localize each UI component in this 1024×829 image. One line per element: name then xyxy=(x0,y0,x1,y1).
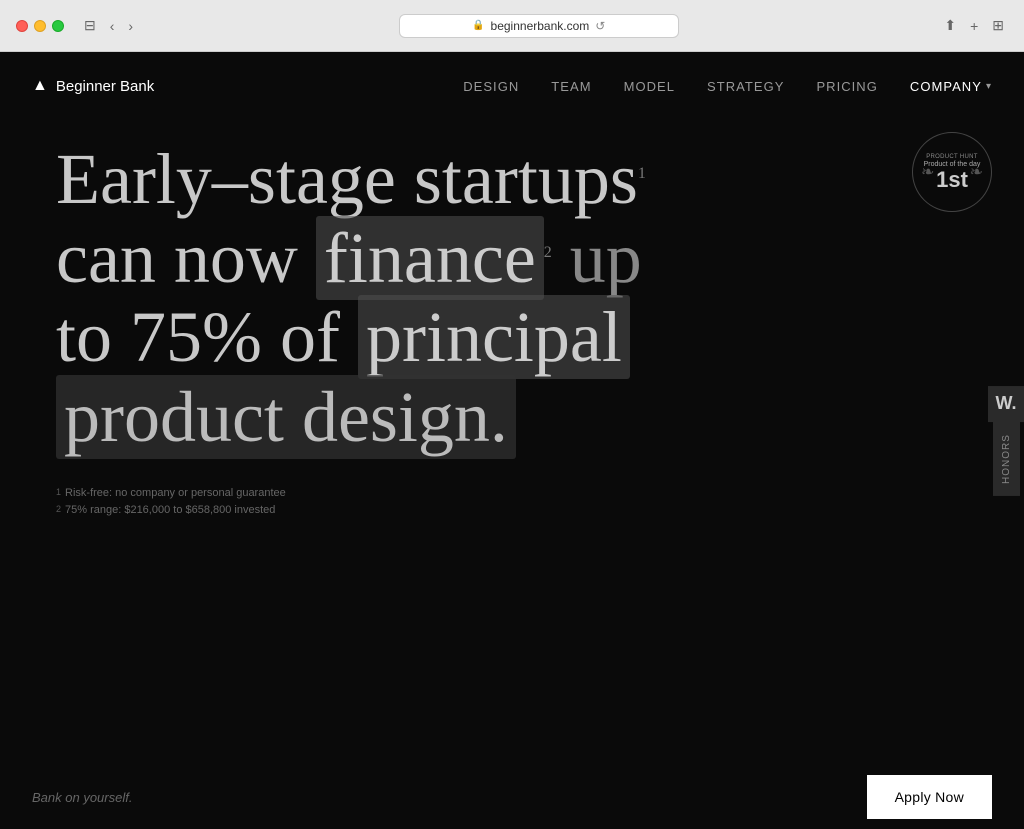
side-tab-honors-label: Honors xyxy=(993,422,1020,496)
nav-model[interactable]: MODEL xyxy=(624,79,675,94)
close-button[interactable] xyxy=(16,20,28,32)
hero-line4-product-design: product design. xyxy=(56,375,516,459)
hero-line2-can-now: can now xyxy=(56,218,316,298)
address-bar: 🔒 beginnerbank.com ↺ xyxy=(147,14,930,38)
side-tab-w-label: W. xyxy=(988,386,1024,422)
footnote-2-num: 2 xyxy=(56,502,61,520)
chevron-down-icon: ▾ xyxy=(986,81,992,92)
hero-line3-principal: principal xyxy=(358,295,630,379)
hero-line3-to: to 75% of xyxy=(56,297,358,377)
forward-button[interactable]: › xyxy=(124,16,137,36)
side-tab[interactable]: W. Honors xyxy=(988,386,1024,496)
footnotes: 1 Risk-free: no company or personal guar… xyxy=(56,485,968,520)
apply-now-button[interactable]: Apply Now xyxy=(867,775,992,819)
footnote-ref-1: 1 xyxy=(638,165,646,182)
refresh-icon[interactable]: ↺ xyxy=(595,19,605,33)
tab-overview-button[interactable]: ⊞ xyxy=(988,15,1008,36)
footnote-2-text: 75% range: $216,000 to $658,800 invested xyxy=(65,502,275,520)
nav-links: DESIGN TEAM MODEL STRATEGY PRICING COMPA… xyxy=(463,79,992,94)
logo[interactable]: ▲ Beginner Bank xyxy=(32,77,154,95)
footnote-1: 1 Risk-free: no company or personal guar… xyxy=(56,485,968,503)
nav-company[interactable]: COMPANY ▾ xyxy=(910,79,992,94)
logo-text: Beginner Bank xyxy=(56,78,154,95)
hero-line2-up: up xyxy=(552,218,642,298)
tagline: Bank on yourself. xyxy=(32,790,132,805)
new-tab-button[interactable]: + xyxy=(966,16,982,36)
bottom-bar: Bank on yourself. Apply Now xyxy=(0,765,1024,829)
hero-line-2: can now finance2 up xyxy=(56,219,968,298)
traffic-lights xyxy=(16,20,64,32)
url-bar[interactable]: 🔒 beginnerbank.com ↺ xyxy=(399,14,679,38)
nav-strategy[interactable]: STRATEGY xyxy=(707,79,784,94)
navigation: ▲ Beginner Bank DESIGN TEAM MODEL STRATE… xyxy=(0,52,1024,120)
browser-actions: ⬆ + ⊞ xyxy=(940,15,1008,36)
minimize-button[interactable] xyxy=(34,20,46,32)
footnote-1-text: Risk-free: no company or personal guaran… xyxy=(65,485,286,503)
nav-company-label: COMPANY xyxy=(910,79,982,94)
footnote-ref-2: 2 xyxy=(544,244,552,261)
nav-team[interactable]: TEAM xyxy=(551,79,591,94)
hero-heading: Early–stage startups1 can now finance2 u… xyxy=(56,140,968,457)
footnote-2: 2 75% range: $216,000 to $658,800 invest… xyxy=(56,502,968,520)
url-text: beginnerbank.com xyxy=(491,19,590,33)
hero-line-1: Early–stage startups1 xyxy=(56,140,968,219)
hero-line2-finance: finance xyxy=(316,216,544,300)
logo-icon: ▲ xyxy=(32,77,48,95)
browser-controls: ⊟ ‹ › xyxy=(80,15,137,36)
back-button[interactable]: ‹ xyxy=(106,16,119,36)
sidebar-toggle-button[interactable]: ⊟ xyxy=(80,15,100,36)
hero-line-3: to 75% of principal xyxy=(56,298,968,377)
lock-icon: 🔒 xyxy=(472,20,484,31)
maximize-button[interactable] xyxy=(52,20,64,32)
share-button[interactable]: ⬆ xyxy=(940,15,960,36)
nav-design[interactable]: DESIGN xyxy=(463,79,519,94)
hero-section: Early–stage startups1 can now finance2 u… xyxy=(0,120,1024,520)
nav-pricing[interactable]: PRICING xyxy=(816,79,877,94)
footnote-1-num: 1 xyxy=(56,485,61,503)
website: ▲ Beginner Bank DESIGN TEAM MODEL STRATE… xyxy=(0,52,1024,829)
hero-line1-text: Early–stage startups xyxy=(56,139,638,219)
browser-chrome: ⊟ ‹ › 🔒 beginnerbank.com ↺ ⬆ + ⊞ xyxy=(0,0,1024,52)
hero-line-4: product design. xyxy=(56,378,968,457)
